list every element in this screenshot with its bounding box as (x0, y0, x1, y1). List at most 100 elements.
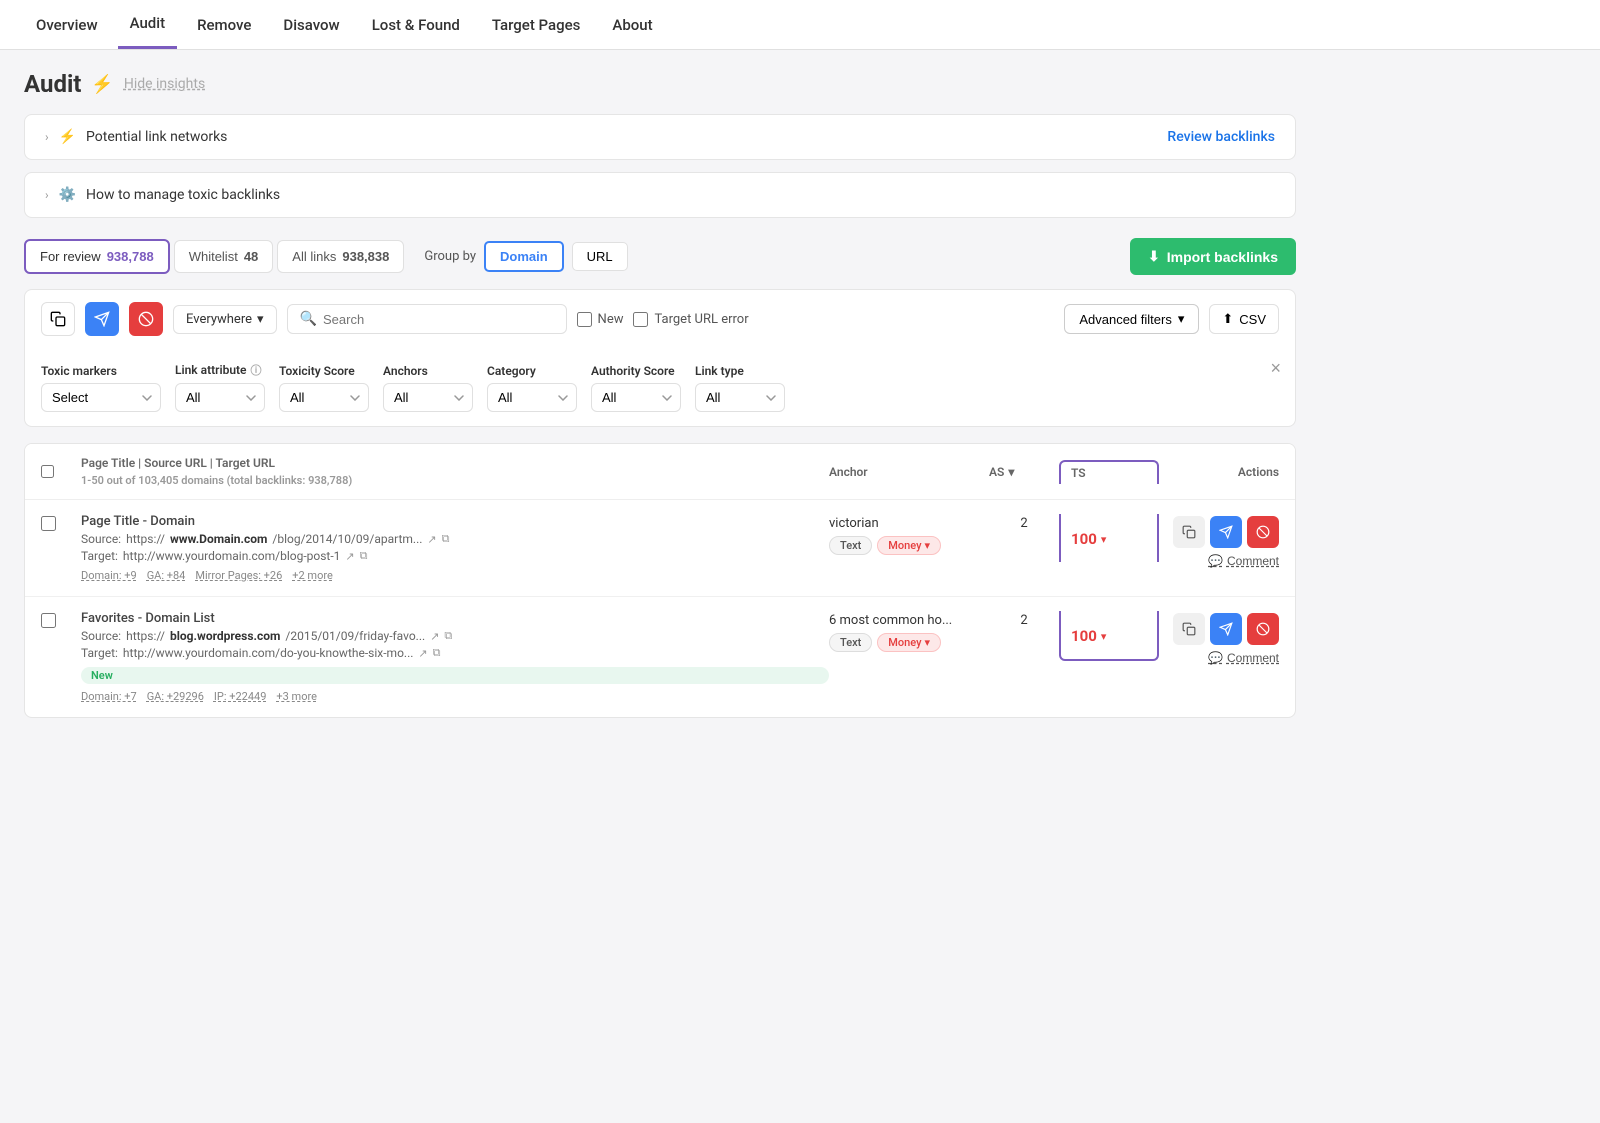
filter-block-icon-btn[interactable] (129, 302, 163, 336)
csv-export-button[interactable]: ⬆ CSV (1209, 304, 1279, 334)
ts-score-1: 100 (1071, 530, 1097, 548)
filter-copy-icon-btn[interactable] (41, 302, 75, 336)
category-select[interactable]: All (487, 383, 577, 412)
meta-mirror-1[interactable]: Mirror Pages: +26 (195, 569, 282, 582)
nav-target-pages[interactable]: Target Pages (480, 2, 593, 48)
source-rest-1: /blog/2014/10/09/apartm... (272, 532, 422, 546)
anchors-select[interactable]: All (383, 383, 473, 412)
copy-icon-target-1[interactable]: ⧉ (360, 549, 368, 563)
nav-about[interactable]: About (600, 2, 664, 48)
hide-insights-link[interactable]: Hide insights (124, 76, 205, 92)
external-link-icon-1[interactable]: ↗ (427, 533, 436, 546)
tab-all-links[interactable]: All links 938,838 (277, 240, 404, 273)
import-backlinks-button[interactable]: ⬇ Import backlinks (1130, 238, 1296, 275)
select-all-checkbox[interactable] (41, 465, 54, 478)
meta-domain-2[interactable]: Domain: +7 (81, 690, 137, 703)
tab-for-review[interactable]: For review 938,788 (24, 239, 170, 274)
toxic-markers-select[interactable]: Select (41, 383, 161, 412)
copy-icon-2[interactable]: ⧉ (444, 629, 452, 643)
insight-card-manage: › ⚙️ How to manage toxic backlinks (24, 172, 1296, 218)
toxic-markers-filter: Toxic markers Select (41, 364, 161, 412)
tab-for-review-count: 938,788 (107, 249, 154, 264)
meta-domain-1[interactable]: Domain: +9 (81, 569, 137, 582)
anchor-text-2: 6 most common ho... (829, 613, 989, 628)
th-checkbox (41, 465, 81, 478)
action-block-btn-1[interactable] (1247, 516, 1279, 548)
nav-lost-found[interactable]: Lost & Found (360, 2, 472, 48)
row-1-target: Target: http://www.yourdomain.com/blog-p… (81, 549, 829, 563)
th-title: Page Title | Source URL | Target URL 1-5… (81, 456, 829, 487)
meta-ga-2[interactable]: GA: +29296 (147, 690, 204, 703)
anchor-tag-money-1[interactable]: Money ▾ (877, 536, 941, 555)
meta-ip-2[interactable]: IP: +22449 (214, 690, 266, 703)
target-url-error-checkbox[interactable] (633, 312, 648, 327)
copy-icon-target-2[interactable]: ⧉ (433, 646, 441, 660)
meta-ga-1[interactable]: GA: +84 (147, 569, 186, 582)
new-checkbox-label[interactable]: New (577, 312, 624, 327)
top-navigation: Overview Audit Remove Disavow Lost & Fou… (0, 0, 1600, 50)
comment-btn-1[interactable]: 💬 Comment (1208, 554, 1279, 568)
row-2-source: Source: https://blog.wordpress.com/2015/… (81, 629, 829, 643)
info-icon[interactable]: ⓘ (251, 362, 262, 378)
nav-remove[interactable]: Remove (185, 2, 263, 48)
anchor-tags-1: Text Money ▾ (829, 536, 989, 555)
row-2-target: Target: http://www.yourdomain.com/do-you… (81, 646, 829, 660)
th-title-label: Page Title | Source URL | Target URL (81, 456, 275, 470)
source-rest-2: /2015/01/09/friday-favo... (285, 629, 425, 643)
action-send-btn-2[interactable] (1210, 613, 1242, 645)
th-anchor: Anchor (829, 465, 989, 479)
action-block-btn-2[interactable] (1247, 613, 1279, 645)
authority-score-select[interactable]: All (591, 383, 681, 412)
tabs-row: For review 938,788 Whitelist 48 All link… (24, 238, 1296, 275)
link-attribute-label: Link attribute ⓘ (175, 362, 265, 378)
external-link-icon-target-1[interactable]: ↗ (345, 550, 354, 563)
new-checkbox[interactable] (577, 312, 592, 327)
insight-card-left: › ⚡ Potential link networks (45, 129, 227, 145)
location-dropdown[interactable]: Everywhere ▾ (173, 305, 277, 334)
row-1-ts-val: 100 ▾ (1071, 528, 1147, 548)
tab-whitelist[interactable]: Whitelist 48 (174, 240, 274, 273)
toxicity-score-select[interactable]: All (279, 383, 369, 412)
ts-chevron-1[interactable]: ▾ (1101, 533, 1107, 546)
group-by-url-btn[interactable]: URL (572, 242, 628, 271)
anchor-tag-text-1: Text (829, 536, 872, 555)
comment-btn-2[interactable]: 💬 Comment (1208, 651, 1279, 665)
anchor-tags-2: Text Money ▾ (829, 633, 989, 652)
anchor-tag-text-2: Text (829, 633, 872, 652)
action-send-btn-1[interactable] (1210, 516, 1242, 548)
action-copy-btn-1[interactable] (1173, 516, 1205, 548)
nav-audit[interactable]: Audit (118, 0, 177, 49)
external-link-icon-target-2[interactable]: ↗ (418, 647, 427, 660)
toxic-markers-label: Toxic markers (41, 364, 161, 378)
group-by-domain-btn[interactable]: Domain (484, 241, 564, 272)
anchors-filter: Anchors All (383, 364, 473, 412)
review-backlinks-link[interactable]: Review backlinks (1167, 129, 1275, 145)
meta-more-1[interactable]: +2 more (292, 569, 333, 582)
target-url-error-checkbox-label[interactable]: Target URL error (633, 312, 748, 327)
row-2-checkbox[interactable] (41, 613, 56, 628)
search-input[interactable] (323, 312, 554, 327)
anchor-tag-money-2[interactable]: Money ▾ (877, 633, 941, 652)
external-link-icon-2[interactable]: ↗ (430, 630, 439, 643)
copy-icon-1[interactable]: ⧉ (442, 532, 450, 546)
link-attribute-select[interactable]: All (175, 383, 265, 412)
row-1-checkbox[interactable] (41, 516, 56, 531)
close-filters-button[interactable]: × (1270, 358, 1281, 379)
chevron-right-icon[interactable]: › (45, 130, 49, 144)
lightning-icon-2: ⚡ (59, 129, 76, 145)
nav-overview[interactable]: Overview (24, 2, 110, 48)
filter-bar: Everywhere ▾ 🔍 New Target URL error Adva… (24, 289, 1296, 348)
source-bold-1: www.Domain.com (170, 532, 267, 546)
ts-score-2: 100 (1071, 627, 1097, 645)
ts-chevron-2[interactable]: ▾ (1101, 630, 1107, 643)
filter-send-icon-btn[interactable] (85, 302, 119, 336)
row-1-title: Page Title - Domain (81, 514, 829, 529)
advanced-filters-button[interactable]: Advanced filters ▾ (1064, 304, 1199, 334)
chevron-right-icon-2[interactable]: › (45, 188, 49, 202)
nav-disavow[interactable]: Disavow (271, 2, 351, 48)
th-as[interactable]: AS ▾ (989, 465, 1059, 479)
link-type-select[interactable]: All (695, 383, 785, 412)
action-copy-btn-2[interactable] (1173, 613, 1205, 645)
meta-more-2[interactable]: +3 more (276, 690, 317, 703)
tab-all-links-label: All links (292, 249, 336, 264)
